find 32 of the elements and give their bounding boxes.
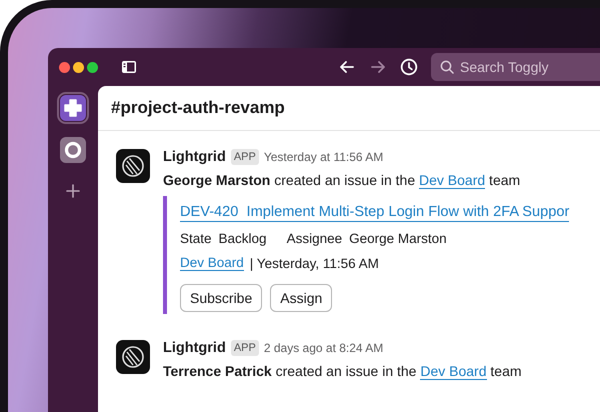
message-text: George Marston created an issue in the Dev Board team — [163, 172, 522, 188]
attachment-timestamp: | Yesterday, 11:56 AM — [250, 256, 379, 270]
team-link[interactable]: Dev Board — [419, 172, 486, 189]
clock-icon[interactable] — [400, 58, 418, 76]
message-time: 2 days ago at 8:24 AM — [264, 341, 384, 355]
team-link[interactable]: Dev Board — [180, 255, 244, 271]
app-badge: APP — [230, 149, 259, 165]
sender-name: Lightgrid — [163, 149, 226, 165]
action-button[interactable]: Assign — [270, 284, 332, 312]
maximize-button[interactable] — [87, 62, 98, 72]
field-label: State — [180, 231, 212, 246]
message-text: Terrence Patrick created an issue in the Dev Board team — [163, 363, 522, 379]
minimize-button[interactable] — [73, 62, 84, 72]
app-badge: APP — [230, 340, 259, 356]
search-field[interactable]: Search Toggly — [431, 53, 600, 81]
message-time: Yesterday at 11:56 AM — [264, 150, 384, 164]
plus-icon[interactable] — [66, 184, 80, 198]
ring-icon — [60, 137, 86, 163]
sidebar-toggle-icon[interactable] — [121, 60, 137, 74]
action-button[interactable]: Subscribe — [180, 284, 262, 312]
workspace-button[interactable] — [57, 134, 89, 166]
field-value: George Marston — [349, 231, 447, 246]
back-arrow-icon[interactable] — [338, 58, 356, 76]
field-label: Assignee — [286, 231, 342, 246]
team-link[interactable]: Dev Board — [420, 363, 487, 380]
close-button[interactable] — [59, 62, 70, 72]
channel-title: #project-auth-revamp — [111, 98, 285, 118]
sender-name: Lightgrid — [163, 340, 226, 356]
cross-icon — [60, 95, 86, 121]
workspace-button[interactable] — [57, 92, 89, 124]
issue-title-link[interactable]: DEV-420 Implement Multi-Step Login Flow with 2FA Suppor — [180, 204, 570, 222]
field-value: Backlog — [218, 231, 267, 246]
